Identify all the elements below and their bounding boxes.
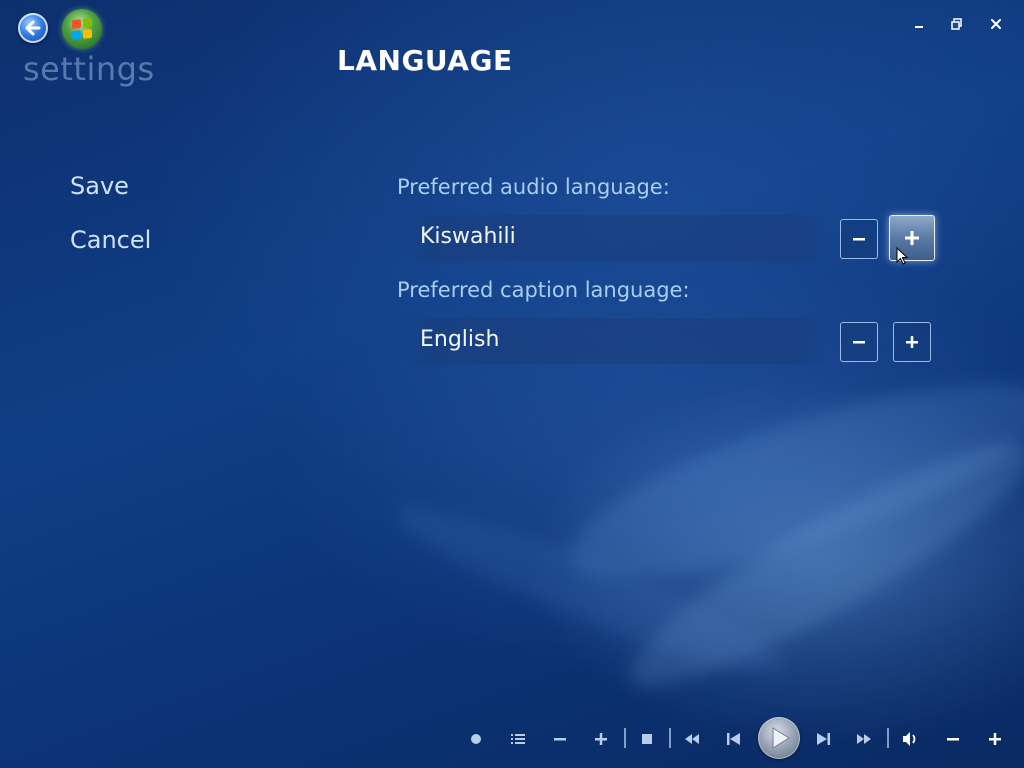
channel-up-button[interactable] <box>591 729 611 749</box>
channel-down-button[interactable] <box>550 729 570 749</box>
caption-language-label: Preferred caption language: <box>397 278 690 302</box>
volume-down-icon <box>947 738 959 741</box>
minus-icon <box>853 341 865 344</box>
transport-separator <box>624 728 626 748</box>
windows-logo-icon[interactable] <box>62 9 102 49</box>
plus-icon <box>905 231 919 245</box>
background-light-streak <box>384 483 796 697</box>
caption-language-increase-button[interactable] <box>893 322 931 362</box>
restore-button[interactable] <box>949 16 965 32</box>
stop-button[interactable] <box>637 729 657 749</box>
plus-icon <box>906 336 918 348</box>
background-light-streak <box>608 411 1024 719</box>
audio-language-decrease-button[interactable] <box>840 219 878 259</box>
page-title: LANGUAGE <box>337 44 513 77</box>
rewind-icon <box>685 734 699 744</box>
audio-language-label: Preferred audio language: <box>397 175 670 199</box>
volume-up-icon <box>989 733 1001 745</box>
restore-icon <box>951 18 962 30</box>
previous-button[interactable] <box>724 729 744 749</box>
mouse-pointer-icon <box>896 247 909 265</box>
volume-down-button[interactable] <box>943 729 963 749</box>
play-icon <box>772 727 790 749</box>
next-icon <box>817 733 830 745</box>
close-button[interactable] <box>988 16 1004 32</box>
channel-up-icon <box>595 733 607 745</box>
transport-separator <box>887 728 889 748</box>
audio-language-field: Kiswahili <box>405 215 829 261</box>
stop-icon <box>642 734 652 744</box>
guide-button[interactable] <box>508 729 528 749</box>
play-button[interactable] <box>758 717 800 759</box>
fast-forward-icon <box>857 734 871 744</box>
record-icon <box>471 734 481 744</box>
save-button[interactable]: Save <box>70 172 129 200</box>
mute-button[interactable] <box>900 729 920 749</box>
volume-up-button[interactable] <box>985 729 1005 749</box>
next-button[interactable] <box>813 729 833 749</box>
channel-down-icon <box>554 738 566 741</box>
audio-language-value: Kiswahili <box>420 224 516 249</box>
caption-language-decrease-button[interactable] <box>840 322 878 362</box>
transport-separator <box>669 728 671 748</box>
minimize-icon <box>915 26 923 28</box>
minimize-button[interactable] <box>911 16 927 32</box>
background-light-streak <box>553 345 1024 615</box>
previous-icon <box>727 733 740 745</box>
guide-icon <box>511 734 525 744</box>
close-icon <box>991 19 1001 29</box>
record-button[interactable] <box>466 729 486 749</box>
fast-forward-button[interactable] <box>854 729 874 749</box>
back-arrow-icon <box>25 20 41 36</box>
minus-icon <box>853 238 865 241</box>
back-button[interactable] <box>18 13 48 43</box>
rewind-button[interactable] <box>682 729 702 749</box>
caption-language-field: English <box>405 318 829 364</box>
caption-language-value: English <box>420 327 500 352</box>
mute-icon <box>903 732 916 746</box>
cancel-button[interactable]: Cancel <box>70 226 151 254</box>
app-title: settings <box>23 50 155 88</box>
